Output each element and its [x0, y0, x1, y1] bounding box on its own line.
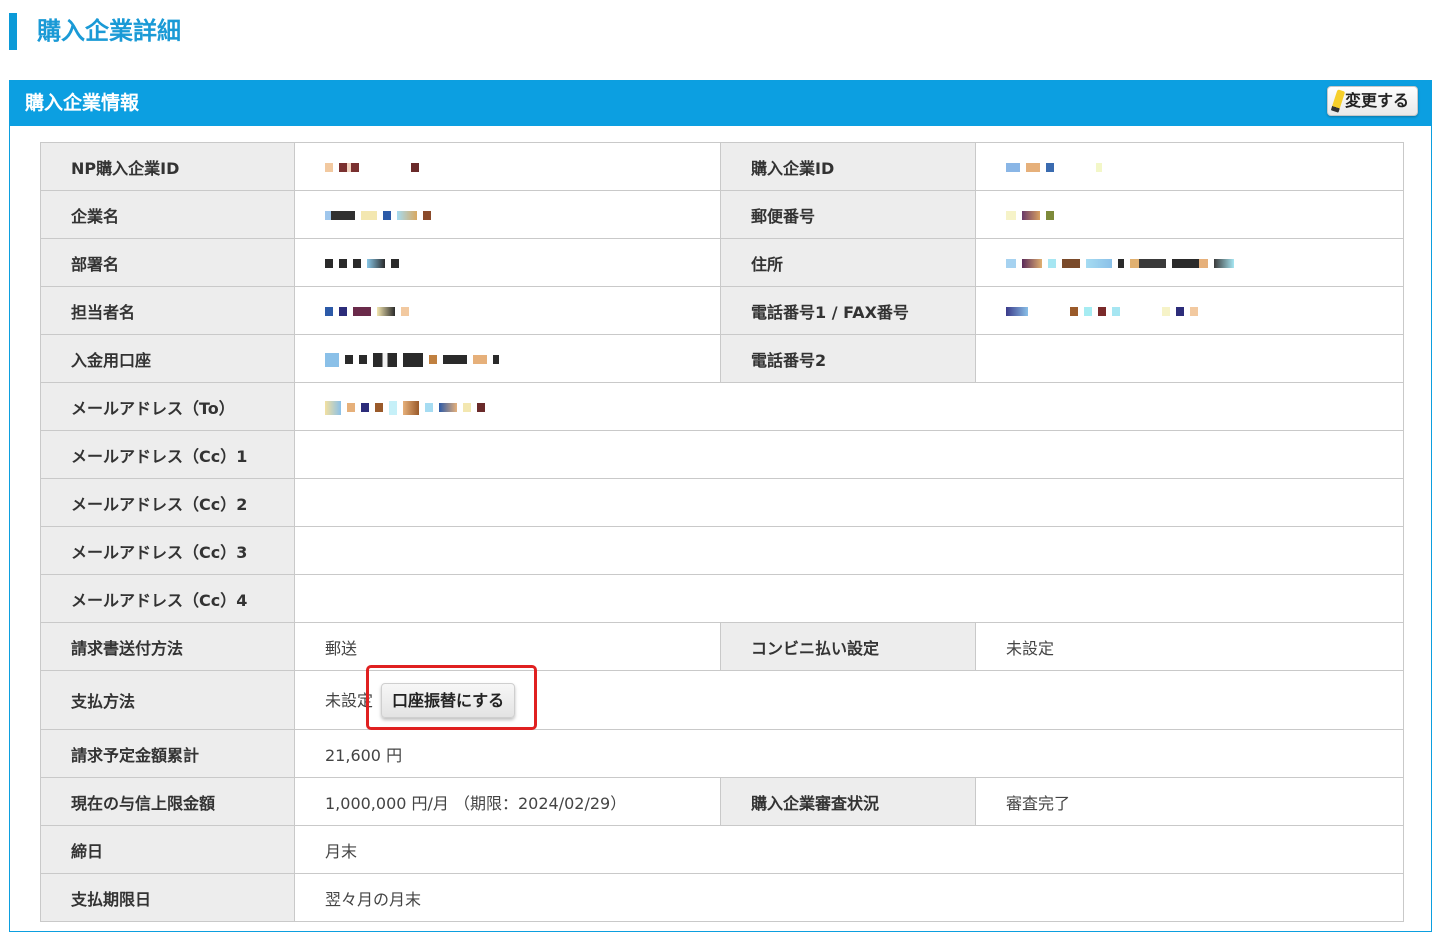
phone-fax-value [975, 286, 1404, 335]
email-to-label: メールアドレス（To） [40, 382, 295, 431]
page-title: 購入企業詳細 [9, 13, 181, 50]
email-cc3-value [294, 526, 1404, 575]
phone2-value [975, 334, 1404, 383]
company-name-value [294, 190, 721, 239]
table-row: メールアドレス（Cc）2 [40, 478, 1404, 527]
payment-method-cell: 未設定 口座振替にする [294, 670, 1404, 730]
pencil-icon [1330, 89, 1346, 113]
closing-day-value: 月末 [294, 825, 1404, 874]
postal-code-value [975, 190, 1404, 239]
edit-button[interactable]: 変更する [1326, 86, 1418, 116]
deposit-account-value [294, 334, 721, 383]
edit-button-label: 変更する [1344, 91, 1409, 110]
table-row: メールアドレス（To） [40, 382, 1404, 431]
table-row: 現在の与信上限金額 1,000,000 円/月 （期限：2024/02/29） … [40, 777, 1404, 826]
company-name-label: 企業名 [40, 190, 295, 239]
table-row: 支払方法 未設定 口座振替にする [40, 670, 1404, 730]
table-row: 請求書送付方法 郵送 コンビニ払い設定 未設定 [40, 622, 1404, 671]
table-row: メールアドレス（Cc）3 [40, 526, 1404, 575]
phone2-label: 電話番号2 [720, 334, 976, 383]
billing-total-label: 請求予定金額累計 [40, 729, 295, 778]
email-cc2-label: メールアドレス（Cc）2 [40, 478, 295, 527]
panel-header: 購入企業情報 変更する [10, 81, 1431, 126]
convenience-payment-label: コンビニ払い設定 [720, 622, 976, 671]
email-cc1-label: メールアドレス（Cc）1 [40, 430, 295, 479]
convenience-payment-value: 未設定 [975, 622, 1404, 671]
payment-method-value: 未設定 [325, 690, 374, 710]
table-row: 入金用口座 電話番号2 [40, 334, 1404, 383]
email-cc4-label: メールアドレス（Cc）4 [40, 574, 295, 623]
email-cc2-value [294, 478, 1404, 527]
contact-person-value [294, 286, 721, 335]
billing-total-value: 21,600 円 [294, 729, 1404, 778]
account-transfer-button[interactable]: 口座振替にする [381, 682, 516, 718]
buyer-id-label: 購入企業ID [720, 142, 976, 191]
buyer-id-value [975, 142, 1404, 191]
phone-fax-label: 電話番号1 / FAX番号 [720, 286, 976, 335]
email-to-value [294, 382, 1404, 431]
department-label: 部署名 [40, 238, 295, 287]
credit-limit-value: 1,000,000 円/月 （期限：2024/02/29） [294, 777, 721, 826]
review-status-label: 購入企業審査状況 [720, 777, 976, 826]
payment-deadline-label: 支払期限日 [40, 873, 295, 922]
table-row: 締日 月末 [40, 825, 1404, 874]
table-row: 部署名 住所 [40, 238, 1404, 287]
review-status-value: 審査完了 [975, 777, 1404, 826]
panel-title: 購入企業情報 [25, 92, 140, 114]
payment-method-label: 支払方法 [40, 670, 295, 730]
address-value [975, 238, 1404, 287]
email-cc3-label: メールアドレス（Cc）3 [40, 526, 295, 575]
table-row: メールアドレス（Cc）1 [40, 430, 1404, 479]
table-row: 支払期限日 翌々月の月末 [40, 873, 1404, 922]
np-id-label: NP購入企業ID [40, 142, 295, 191]
table-row: 担当者名 電話番号1 / FAX番号 [40, 286, 1404, 335]
np-id-value [294, 142, 721, 191]
buyer-info-panel: 購入企業情報 変更する NP購入企業ID 購入企業ID 企業名 郵便番号 部署名… [9, 80, 1432, 932]
payment-deadline-value: 翌々月の月末 [294, 873, 1404, 922]
department-value [294, 238, 721, 287]
deposit-account-label: 入金用口座 [40, 334, 295, 383]
email-cc1-value [294, 430, 1404, 479]
credit-limit-label: 現在の与信上限金額 [40, 777, 295, 826]
contact-person-label: 担当者名 [40, 286, 295, 335]
table-row: 企業名 郵便番号 [40, 190, 1404, 239]
table-row: NP購入企業ID 購入企業ID [40, 142, 1404, 191]
email-cc4-value [294, 574, 1404, 623]
table-row: メールアドレス（Cc）4 [40, 574, 1404, 623]
invoice-method-value: 郵送 [294, 622, 721, 671]
table-row: 請求予定金額累計 21,600 円 [40, 729, 1404, 778]
buyer-info-table: NP購入企業ID 購入企業ID 企業名 郵便番号 部署名 住所 担当者名 電話番… [40, 142, 1404, 922]
postal-code-label: 郵便番号 [720, 190, 976, 239]
closing-day-label: 締日 [40, 825, 295, 874]
address-label: 住所 [720, 238, 976, 287]
invoice-method-label: 請求書送付方法 [40, 622, 295, 671]
